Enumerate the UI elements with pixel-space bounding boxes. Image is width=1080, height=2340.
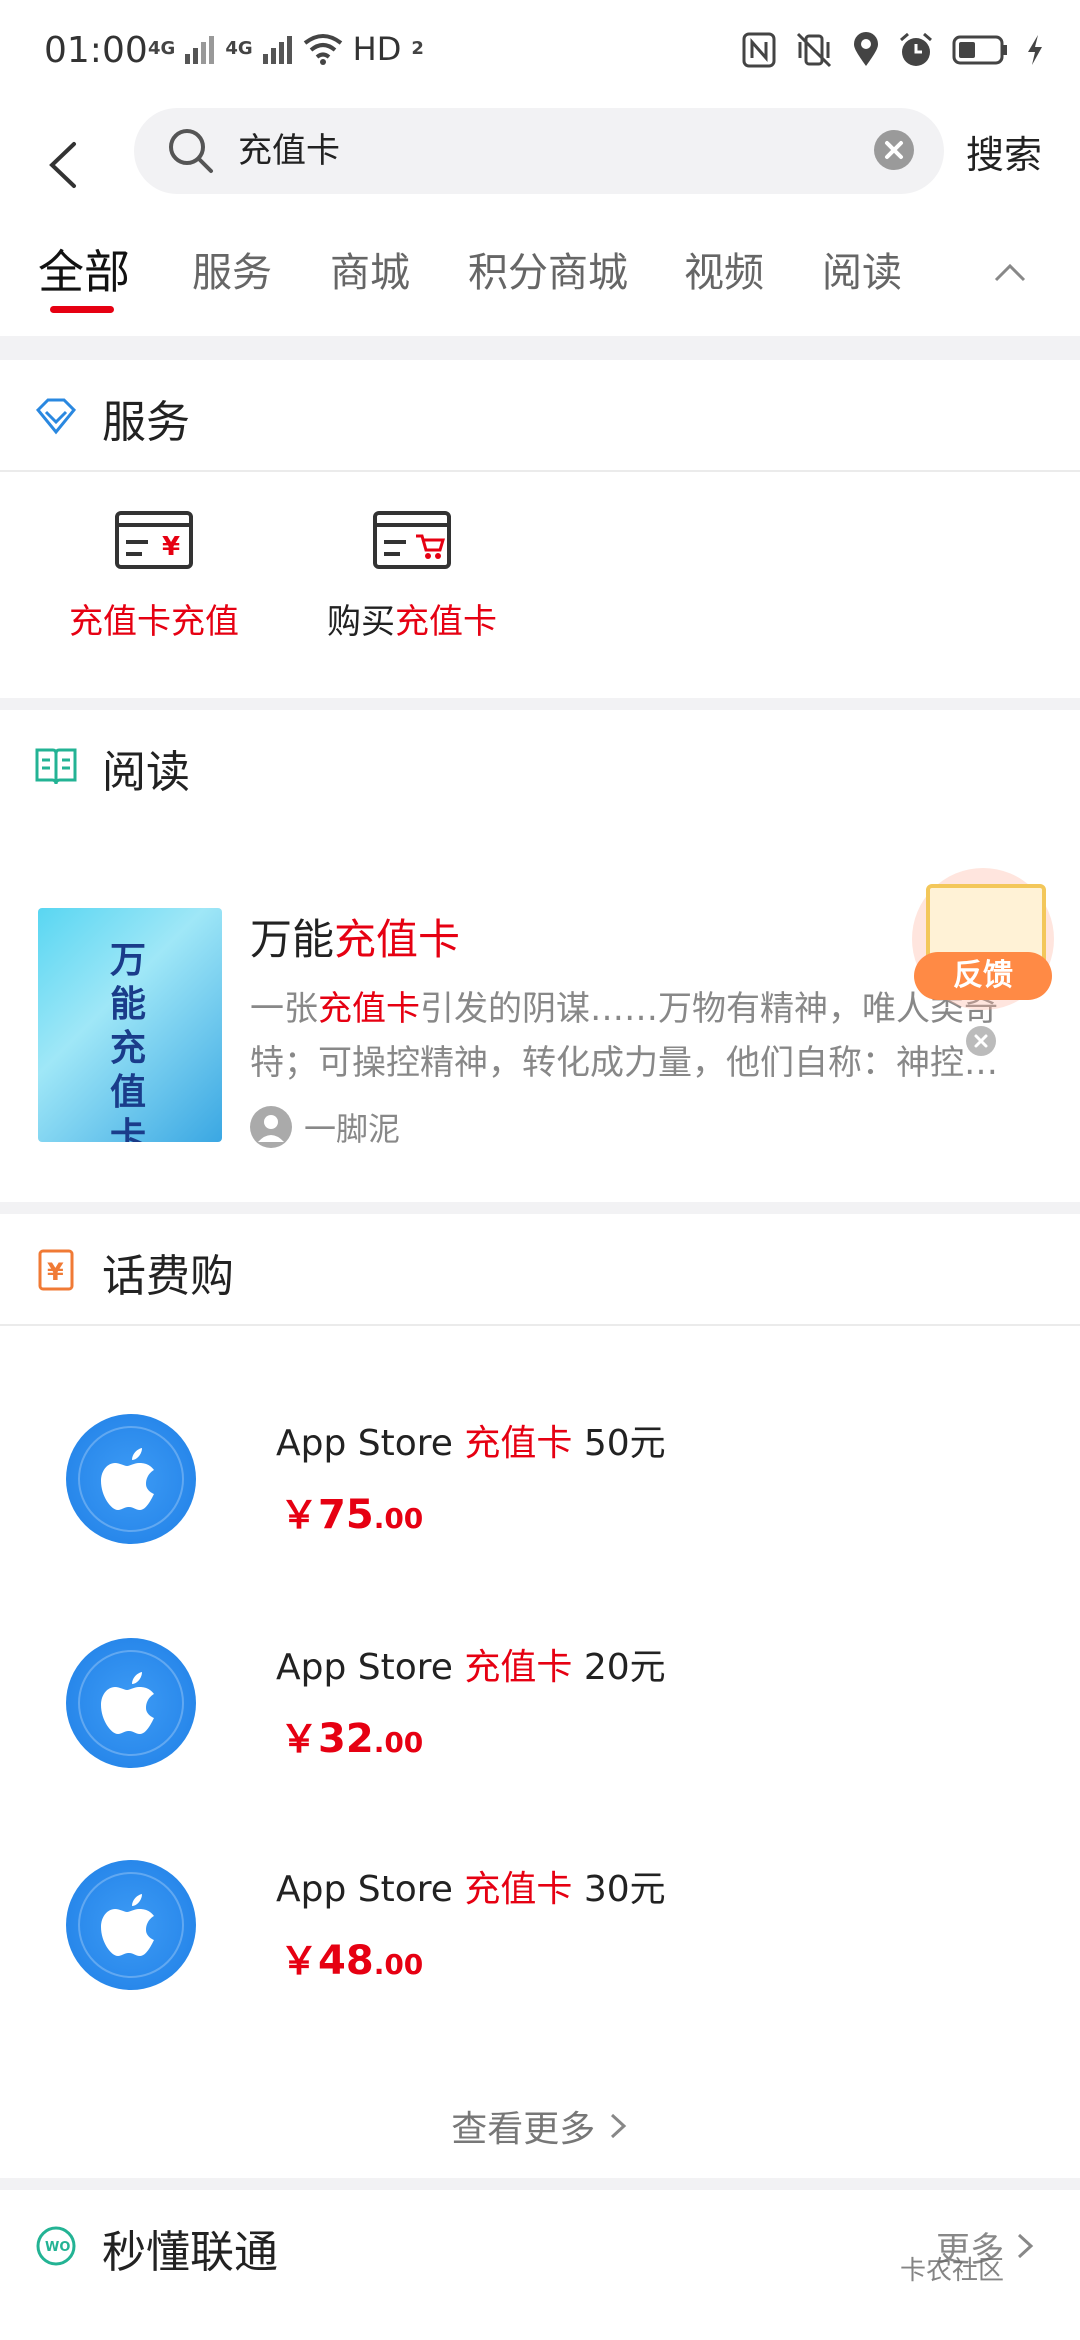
book-cover-image[interactable]: 万能充值卡 (38, 908, 222, 1142)
nfc-icon (742, 32, 776, 68)
status-bar: 01:00 4G 4G HD 2 (0, 0, 1080, 108)
book-description: 一张充值卡引发的阴谋……万物有精神，唯人类奇特；可操控精神，转化成力量，他们自称… (250, 989, 998, 1083)
divider (0, 1324, 1080, 1326)
diamond-icon (35, 398, 77, 435)
product-item[interactable]: App Store 充值卡 30元 ￥48.00 (0, 1840, 1080, 2060)
service-section: 服务 ¥ 充值卡充值 购买充值卡 (0, 360, 1080, 698)
product-price: ￥75.00 (280, 1492, 424, 1538)
book-icon (35, 748, 77, 785)
book-author: 一脚泥 (250, 1104, 400, 1150)
svg-text:¥: ¥ (47, 1258, 64, 1286)
apple-logo-icon (66, 1414, 196, 1544)
product-item[interactable]: App Store 充值卡 50元 ￥75.00 (0, 1394, 1080, 1614)
product-name: App Store 充值卡 20元 (276, 1647, 666, 1688)
svg-text:¥: ¥ (162, 532, 180, 562)
view-more-button[interactable]: 查看更多 (0, 2100, 1080, 2152)
network-4g-label-2: 4G (225, 38, 253, 59)
tab-mall[interactable]: 商城 (330, 240, 410, 298)
book-cover-title: 万能充值卡 (109, 939, 146, 1142)
divider (0, 470, 1080, 472)
search-icon (169, 129, 213, 173)
location-icon (854, 32, 878, 66)
section-title: 阅读 (102, 747, 190, 798)
recharge-card-topup-label: 充值卡充值 (69, 602, 239, 642)
status-time: 01:00 (44, 30, 148, 71)
tab-services[interactable]: 服务 (192, 240, 272, 298)
feedback-close-button[interactable] (966, 1026, 996, 1056)
search-input[interactable]: 充值卡 (134, 108, 944, 194)
tab-all[interactable]: 全部 (38, 236, 130, 302)
chevron-right-icon (1017, 2233, 1034, 2259)
tab-reading[interactable]: 阅读 (822, 240, 902, 298)
apple-logo-icon (66, 1638, 196, 1768)
close-icon (885, 141, 903, 159)
apple-logo-icon (66, 1860, 196, 1990)
recharge-card-icon: ¥ (115, 511, 193, 569)
active-tab-indicator (50, 306, 114, 313)
tab-video[interactable]: 视频 (684, 240, 764, 298)
cart-card-icon (373, 511, 451, 569)
book-title[interactable]: 万能充值卡 (250, 906, 460, 967)
yen-tag-icon: ¥ (38, 1249, 74, 1291)
section-title: 服务 (102, 397, 190, 448)
recharge-card-topup-button[interactable]: ¥ 充值卡充值 (54, 510, 254, 643)
section-title: 话费购 (102, 1251, 234, 1302)
network-4g-label-1: 4G (148, 38, 176, 59)
feedback-label: 反馈 (914, 952, 1052, 1000)
search-query-text[interactable]: 充值卡 (238, 126, 340, 176)
product-name: App Store 充值卡 30元 (276, 1869, 666, 1910)
charging-icon (1028, 35, 1042, 65)
alarm-icon (900, 32, 932, 66)
feedback-button[interactable]: 反馈 (912, 868, 1054, 1010)
avatar-icon (250, 1106, 292, 1148)
hd-sub-label: 2 (411, 38, 424, 59)
section-title: 秒懂联通 (102, 2227, 278, 2278)
signal-icon (262, 36, 292, 64)
battery-icon (952, 35, 1007, 65)
vibrate-icon (796, 32, 832, 68)
category-tabs: 全部 服务 商城 积分商城 视频 阅读 (0, 228, 1080, 336)
chevron-right-icon (610, 2113, 626, 2139)
chevron-up-icon[interactable] (990, 252, 1030, 292)
signal-icon (185, 36, 215, 64)
back-icon[interactable] (30, 130, 100, 200)
close-icon (974, 1034, 988, 1048)
svg-text:WO: WO (45, 2240, 70, 2255)
buy-recharge-card-label: 购买充值卡 (327, 602, 497, 642)
watermark-logo: 卡农社区 (900, 2256, 1005, 2286)
author-name: 一脚泥 (304, 1110, 401, 1148)
tab-points-mall[interactable]: 积分商城 (468, 240, 628, 298)
phone-bill-section: ¥ 话费购 App Store 充值卡 50元 ￥75.00 App Store… (0, 1214, 1080, 2178)
search-button[interactable]: 搜索 (966, 124, 1042, 179)
hd-label: HD (352, 30, 402, 68)
buy-recharge-card-button[interactable]: 购买充值卡 (312, 510, 512, 643)
product-name: App Store 充值卡 50元 (276, 1423, 666, 1464)
person-icon (258, 1115, 284, 1142)
product-price: ￥48.00 (280, 1938, 424, 1984)
wo-logo-icon: WO (36, 2226, 76, 2266)
product-item[interactable]: App Store 充值卡 20元 ￥32.00 (0, 1618, 1080, 1838)
search-header: 充值卡 搜索 (0, 108, 1080, 228)
clear-search-button[interactable] (874, 130, 914, 170)
wifi-icon (303, 34, 342, 65)
product-price: ￥32.00 (280, 1716, 424, 1762)
